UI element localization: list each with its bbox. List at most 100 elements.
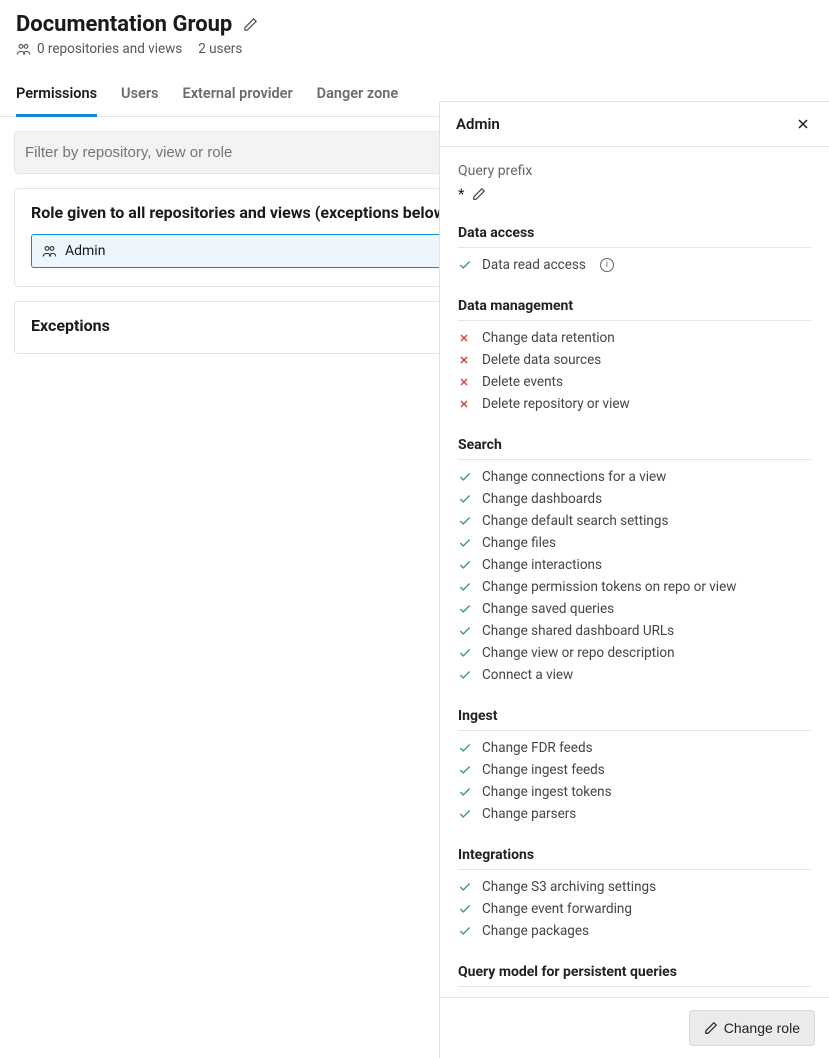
perm-section-title: Integrations — [458, 847, 811, 870]
check-icon — [458, 536, 472, 550]
perm-item: Change S3 archiving settings — [458, 876, 811, 898]
perm-label: Change ingest tokens — [482, 784, 612, 800]
perm-item: Delete repository or view — [458, 393, 811, 415]
check-icon — [458, 624, 472, 638]
perm-label: Change data retention — [482, 330, 615, 346]
perm-item: Change files — [458, 532, 811, 554]
query-prefix-label: Query prefix — [458, 163, 811, 179]
perm-section-title: Data access — [458, 225, 811, 248]
query-prefix-value: * — [458, 185, 464, 203]
check-icon — [458, 763, 472, 777]
perm-item: Connect a view — [458, 664, 811, 686]
perm-label: Change dashboards — [482, 491, 602, 507]
perm-label: Change permission tokens on repo or view — [482, 579, 736, 595]
check-icon — [458, 646, 472, 660]
check-icon — [458, 741, 472, 755]
perm-item: Change ingest feeds — [458, 759, 811, 781]
perm-label: Change event forwarding — [482, 901, 632, 917]
perm-item: Change parsers — [458, 803, 811, 825]
check-icon — [458, 492, 472, 506]
edit-title-button[interactable] — [240, 15, 260, 35]
perm-list: Data read access i — [458, 248, 811, 294]
close-icon — [795, 116, 811, 132]
perm-section-title: Ingest — [458, 708, 811, 731]
perm-label: Change parsers — [482, 806, 576, 822]
check-icon — [458, 258, 472, 272]
perm-label: Change view or repo description — [482, 645, 675, 661]
perm-item: Delete data sources — [458, 349, 811, 371]
perm-item: Data read access i — [458, 254, 811, 276]
check-icon — [458, 880, 472, 894]
perm-section-title: Data management — [458, 298, 811, 321]
perm-list: Change data retention Delete data sources… — [458, 321, 811, 433]
perm-item: Change data retention — [458, 327, 811, 349]
perm-section-title: Query model for persistent queries — [458, 964, 811, 987]
panel-body: Query prefix * Data access Data read acce… — [440, 147, 829, 997]
change-role-label: Change role — [724, 1020, 800, 1036]
perm-list: Change FDR feeds Change ingest feeds Chang… — [458, 731, 811, 843]
perm-item: Change view or repo description — [458, 642, 811, 664]
perm-label: Change ingest feeds — [482, 762, 605, 778]
check-icon — [458, 558, 472, 572]
cross-icon — [458, 376, 472, 388]
role-chip-label: Admin — [65, 243, 105, 259]
check-icon — [458, 668, 472, 682]
page-header: Documentation Group 0 repositories and v… — [0, 0, 829, 57]
check-icon — [458, 807, 472, 821]
check-icon — [458, 602, 472, 616]
perm-item: Change dashboards — [458, 488, 811, 510]
check-icon — [458, 924, 472, 938]
perm-item: Change event forwarding — [458, 898, 811, 920]
info-icon[interactable]: i — [600, 258, 614, 272]
perm-label: Delete events — [482, 374, 563, 390]
perm-item: Change permission tokens on repo or view — [458, 576, 811, 598]
perm-label: Data read access — [482, 257, 586, 273]
role-detail-panel: Admin Query prefix * Data access Data rea… — [439, 101, 829, 1058]
perm-label: Change FDR feeds — [482, 740, 593, 756]
users-label: 2 users — [198, 41, 242, 57]
perm-label: Delete repository or view — [482, 396, 630, 412]
perm-label: Connect a view — [482, 667, 573, 683]
perm-item: Change FDR feeds — [458, 737, 811, 759]
group-icon — [42, 244, 57, 259]
pencil-icon — [243, 17, 258, 32]
perm-list — [458, 987, 811, 997]
check-icon — [458, 470, 472, 484]
check-icon — [458, 902, 472, 916]
users-count: 2 users — [198, 41, 242, 57]
tab-danger-zone[interactable]: Danger zone — [317, 75, 399, 117]
perm-label: Change saved queries — [482, 601, 614, 617]
panel-title: Admin — [456, 115, 500, 133]
repos-views-count: 0 repositories and views — [16, 41, 182, 57]
perm-label: Change interactions — [482, 557, 602, 573]
close-button[interactable] — [793, 114, 813, 134]
check-icon — [458, 514, 472, 528]
pencil-icon — [472, 187, 486, 201]
cross-icon — [458, 332, 472, 344]
perm-label: Change connections for a view — [482, 469, 666, 485]
tab-users[interactable]: Users — [121, 75, 158, 117]
pencil-icon — [704, 1021, 718, 1035]
perm-item: Change interactions — [458, 554, 811, 576]
repos-views-label: 0 repositories and views — [37, 41, 182, 57]
perm-item: Change packages — [458, 920, 811, 942]
group-icon — [16, 42, 31, 57]
perm-item: Change connections for a view — [458, 466, 811, 488]
tab-permissions[interactable]: Permissions — [16, 75, 97, 117]
page-title: Documentation Group — [16, 12, 232, 37]
perm-list: Change connections for a view Change dash… — [458, 460, 811, 704]
perm-item: Delete events — [458, 371, 811, 393]
perm-label: Change shared dashboard URLs — [482, 623, 674, 639]
perm-section-title: Search — [458, 437, 811, 460]
check-icon — [458, 785, 472, 799]
perm-label: Change files — [482, 535, 556, 551]
perm-item: Change saved queries — [458, 598, 811, 620]
tab-external-provider[interactable]: External provider — [183, 75, 293, 117]
change-role-button[interactable]: Change role — [689, 1010, 815, 1046]
perm-label: Delete data sources — [482, 352, 601, 368]
perm-item: Change ingest tokens — [458, 781, 811, 803]
perm-label: Change S3 archiving settings — [482, 879, 656, 895]
cross-icon — [458, 398, 472, 410]
perm-item: Change shared dashboard URLs — [458, 620, 811, 642]
edit-prefix-button[interactable] — [472, 187, 486, 201]
